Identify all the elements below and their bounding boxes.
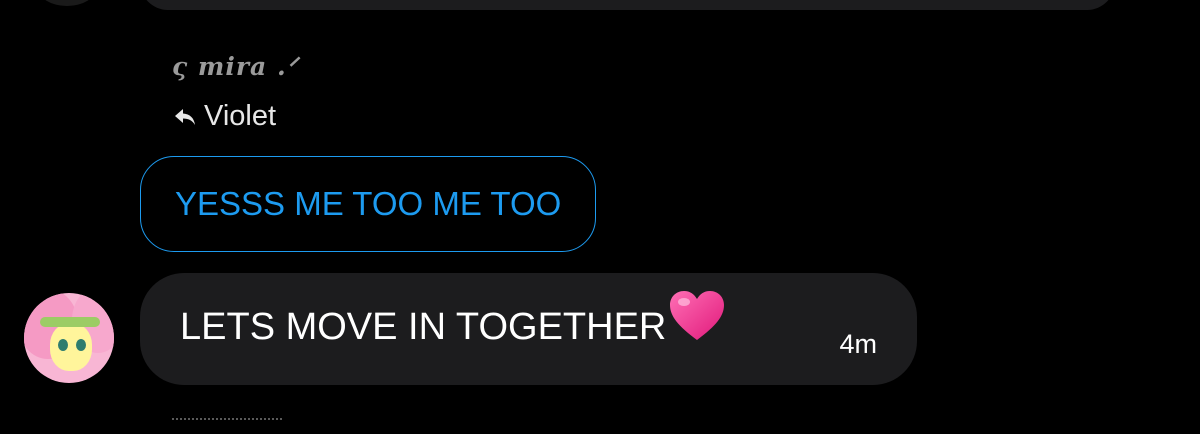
message-bubble[interactable]: LETS MOVE IN TOGETHER 4m xyxy=(140,273,917,385)
heart-emoji-icon xyxy=(668,290,726,352)
message-text: LETS MOVE IN TOGETHER xyxy=(180,306,667,349)
sender-name[interactable]: ς mira .ᐟ xyxy=(172,52,298,81)
reply-message-bubble[interactable]: YESSS ME TOO ME TOO xyxy=(140,156,597,252)
message-text-wrap: LETS MOVE IN TOGETHER xyxy=(180,291,726,360)
previous-message-bubble[interactable] xyxy=(140,0,1115,10)
next-sender-name xyxy=(172,418,282,434)
reply-indicator[interactable]: Violet xyxy=(174,100,276,133)
reply-arrow-icon xyxy=(174,108,196,126)
reply-to-label: Violet xyxy=(204,100,277,132)
avatar[interactable] xyxy=(24,293,114,383)
message-timestamp: 4m xyxy=(839,329,877,359)
reply-message-text: YESSS ME TOO ME TOO xyxy=(175,185,562,222)
previous-avatar[interactable] xyxy=(38,0,96,6)
